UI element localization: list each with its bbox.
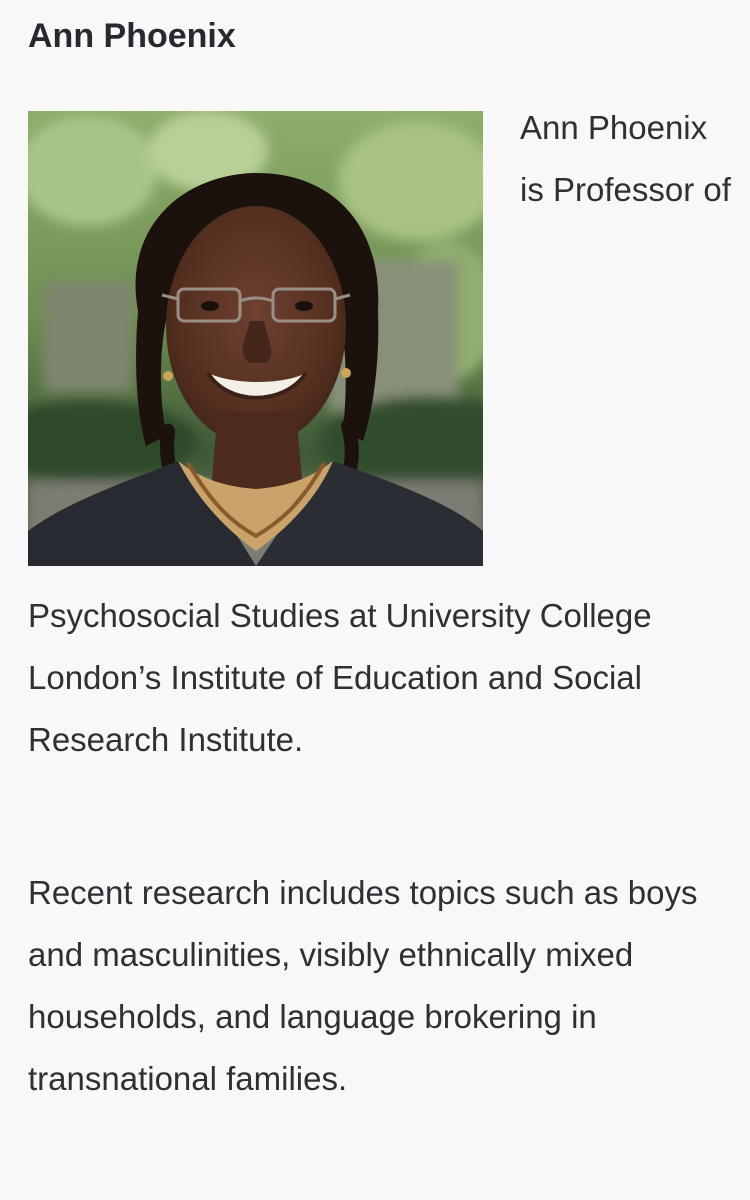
profile-photo	[28, 111, 483, 566]
bio-affiliation-text: Psychosocial Studies at University Colle…	[28, 597, 652, 758]
bio-intro-text: Ann Phoenix is Professor of	[520, 109, 731, 208]
bio-research-text: Recent research includes topics such as …	[28, 874, 698, 1097]
profile-name-heading: Ann Phoenix	[28, 17, 236, 55]
profile-page: Ann Phoenix Ann Phoenix is Professor of …	[0, 0, 750, 1200]
